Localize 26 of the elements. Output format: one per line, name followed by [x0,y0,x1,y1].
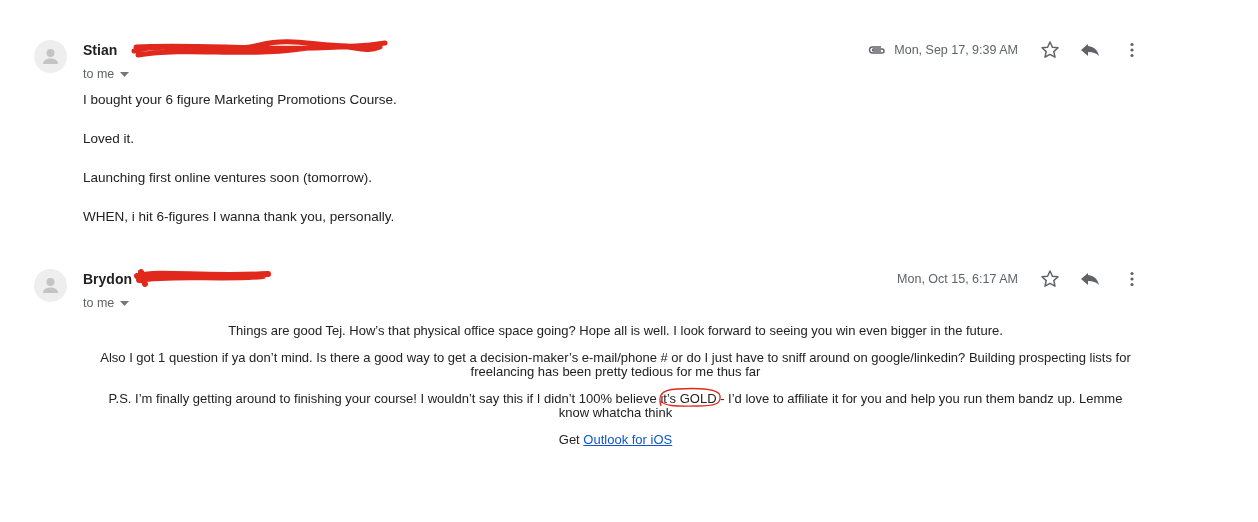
avatar-icon [34,269,67,302]
date-text: Mon, Sep 17, 9:39 AM [894,41,1018,59]
more-options-button[interactable] [1130,42,1134,58]
message-paragraph: I bought your 6 figure Marketing Promotions Course. [83,91,398,108]
message-paragraph: WHEN, i hit 6-figures I wanna thank you, personally. [83,208,396,225]
caret-icon [120,300,130,306]
reply-button[interactable] [1080,271,1100,287]
sender-name: Brydon [83,271,132,287]
date-text: Mon, Oct 15, 6:17 AM [897,270,1018,288]
star-button[interactable] [1040,269,1060,289]
more-options-button[interactable] [1130,271,1134,287]
reply-button[interactable] [1080,42,1100,58]
outlook-link[interactable]: Outlook for iOS [583,432,673,447]
caret-icon [120,71,130,77]
message-paragraph: P.S. I’m finally getting around to finishing your course! I wouldn’t say this if I didn’t 100% believe it’s GOLD - I’d love to affiliate it for you and help you run them bandz up. Lemme know whatcha think [97,392,1134,420]
message-paragraph: Launching first online ventures soon (tomorrow). [83,169,373,186]
message-paragraph: Things are good Tej. How’s that physical office space going? Hope all is well. I look forward to seeing you win even bigger in the future. [227,324,1004,338]
recipient-dropdown[interactable]: to me [83,65,130,84]
message-paragraph: Also I got 1 question if ya don’t mind. Is there a good way to get a decision-maker’s e-mail/phone # or do I just have to sniff around on google/linkedin? Building prospecting lists for freelancing has been pretty tedious for me thus far [99,351,1132,379]
sender-name: Stian [83,42,118,58]
avatar-icon [34,40,67,73]
message-paragraph: Get Outlook for iOS [557,433,674,447]
circle-annotation [657,386,724,410]
recipient-dropdown[interactable]: to me [83,294,130,313]
star-button[interactable] [1040,40,1060,60]
message-paragraph: Loved it. [83,130,136,147]
